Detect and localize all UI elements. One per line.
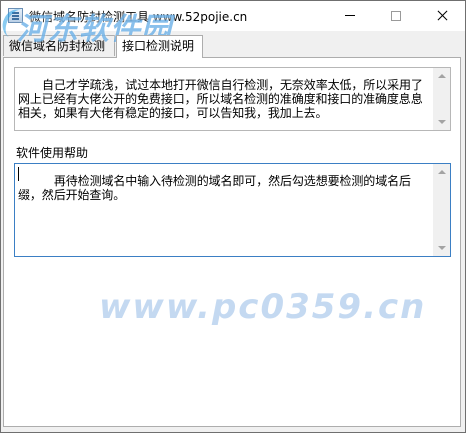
help-scrollbar[interactable] — [433, 164, 450, 256]
scroll-up-icon[interactable] — [438, 170, 446, 174]
help-text: 再待检测域名中输入待检测的域名即可，然后勾选想要检测的域名后缀，然后开始查询。 — [18, 174, 411, 202]
tab-api-description[interactable]: 接口检测说明 — [116, 35, 203, 58]
window-title: 微信域名防封检测工具 www.52pojie.cn — [29, 10, 248, 24]
scroll-down-icon[interactable] — [438, 120, 446, 124]
close-button[interactable] — [419, 1, 465, 31]
maximize-button[interactable] — [373, 1, 419, 31]
app-window-icon — [8, 8, 23, 23]
description-scrollbar[interactable] — [433, 68, 450, 130]
description-text: 自己才学疏浅，试过本地打开微信自行检测，无奈效率太低，所以采用了网上已经有大佬公… — [18, 78, 423, 120]
help-section-label: 软件使用帮助 — [16, 146, 89, 160]
minimize-button[interactable] — [327, 1, 373, 31]
title-bar[interactable]: 微信域名防封检测工具 www.52pojie.cn — [1, 1, 465, 31]
help-textbox[interactable]: 再待检测域名中输入待检测的域名即可，然后勾选想要检测的域名后缀，然后开始查询。 — [14, 163, 451, 257]
scroll-down-icon[interactable] — [438, 246, 446, 250]
scroll-up-icon[interactable] — [438, 74, 446, 78]
app-window: 微信域名防封检测工具 www.52pojie.cn 微信域名防封检测 接口检测说… — [0, 0, 466, 433]
description-textbox[interactable]: 自己才学疏浅，试过本地打开微信自行检测，无奈效率太低，所以采用了网上已经有大佬公… — [14, 67, 451, 131]
tab-domain-check[interactable]: 微信域名防封检测 — [3, 35, 115, 56]
tab-panel: 自己才学疏浅，试过本地打开微信自行检测，无奈效率太低，所以采用了网上已经有大佬公… — [3, 57, 461, 427]
